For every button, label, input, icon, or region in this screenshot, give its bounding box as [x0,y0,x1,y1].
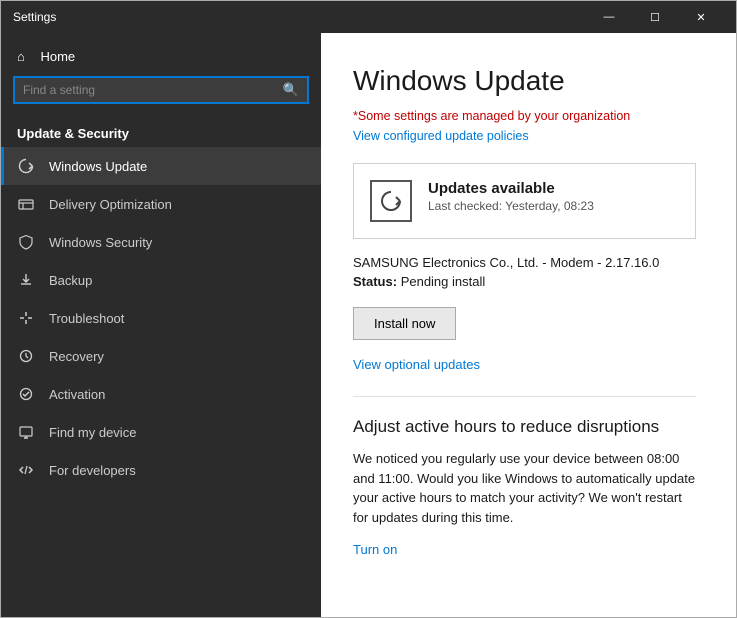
section-label: Update & Security [1,116,321,147]
troubleshoot-icon [17,309,35,327]
delivery-optimization-icon [17,195,35,213]
search-icon: 🔍 [283,82,299,98]
install-now-button[interactable]: Install now [353,307,456,340]
status-value: Pending install [401,274,486,289]
for-developers-icon [17,461,35,479]
backup-icon [17,271,35,289]
window-title: Settings [13,10,586,24]
update-card: Updates available Last checked: Yesterda… [353,163,696,239]
update-icon-box [370,180,412,222]
sidebar-item-label-windows-update: Windows Update [49,159,147,174]
home-label: Home [40,49,75,64]
windows-update-icon [17,157,35,175]
update-status: Status: Pending install [353,274,696,289]
status-label: Status: [353,274,397,289]
sidebar-item-activation[interactable]: Activation [1,375,321,413]
sidebar-item-delivery-optimization[interactable]: Delivery Optimization [1,185,321,223]
title-bar: Settings — ☐ ✕ [1,1,736,33]
sidebar-item-recovery[interactable]: Recovery [1,337,321,375]
sidebar-item-for-developers[interactable]: For developers [1,451,321,489]
sidebar-item-label-delivery-optimization: Delivery Optimization [49,197,172,212]
search-input[interactable] [23,83,283,97]
sidebar: ⌂ Home 🔍 Update & Security Windows Updat… [1,33,321,617]
update-detail: SAMSUNG Electronics Co., Ltd. - Modem - … [353,255,696,289]
policy-link[interactable]: View configured update policies [353,129,529,143]
sidebar-item-label-activation: Activation [49,387,105,402]
windows-security-icon [17,233,35,251]
sidebar-item-find-my-device[interactable]: Find my device [1,413,321,451]
sidebar-item-label-troubleshoot: Troubleshoot [49,311,124,326]
search-box[interactable]: 🔍 [13,76,309,104]
update-name: SAMSUNG Electronics Co., Ltd. - Modem - … [353,255,696,270]
close-button[interactable]: ✕ [678,1,724,33]
page-title: Windows Update [353,65,696,97]
sidebar-item-windows-update[interactable]: Windows Update [1,147,321,185]
last-checked: Last checked: Yesterday, 08:23 [428,199,594,213]
main-content: ⌂ Home 🔍 Update & Security Windows Updat… [1,33,736,617]
activation-icon [17,385,35,403]
sidebar-item-backup[interactable]: Backup [1,261,321,299]
sidebar-item-windows-security[interactable]: Windows Security [1,223,321,261]
sidebar-item-label-backup: Backup [49,273,92,288]
recovery-icon [17,347,35,365]
sidebar-item-label-recovery: Recovery [49,349,104,364]
refresh-icon [378,188,404,214]
active-hours-title: Adjust active hours to reduce disruption… [353,417,696,437]
sidebar-item-label-for-developers: For developers [49,463,136,478]
turn-on-link[interactable]: Turn on [353,542,397,557]
settings-window: Settings — ☐ ✕ ⌂ Home 🔍 Update & Securit… [0,0,737,618]
minimize-button[interactable]: — [586,1,632,33]
sidebar-item-label-find-my-device: Find my device [49,425,136,440]
sidebar-home[interactable]: ⌂ Home [1,33,321,72]
org-warning: *Some settings are managed by your organ… [353,109,696,123]
right-panel: Windows Update *Some settings are manage… [321,33,736,617]
divider [353,396,696,397]
sidebar-item-troubleshoot[interactable]: Troubleshoot [1,299,321,337]
updates-available-title: Updates available [428,180,594,197]
maximize-button[interactable]: ☐ [632,1,678,33]
optional-updates-link[interactable]: View optional updates [353,357,480,372]
find-my-device-icon [17,423,35,441]
window-controls: — ☐ ✕ [586,1,724,33]
active-hours-description: We noticed you regularly use your device… [353,449,696,527]
sidebar-item-label-windows-security: Windows Security [49,235,152,250]
update-text: Updates available Last checked: Yesterda… [428,180,594,213]
